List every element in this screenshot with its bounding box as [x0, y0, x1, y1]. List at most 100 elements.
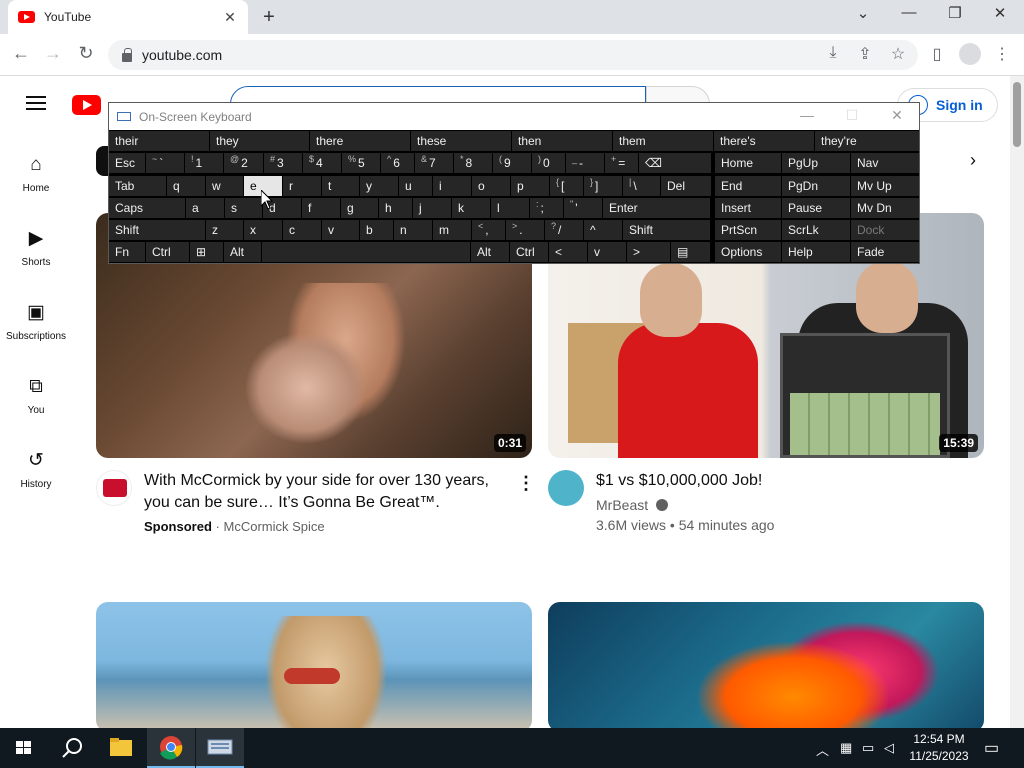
- osk-key[interactable]: q: [167, 176, 205, 196]
- osk-key-ctrl[interactable]: Ctrl: [146, 242, 189, 262]
- osk-key-space[interactable]: [262, 242, 470, 262]
- restore-button[interactable]: ❐: [940, 4, 970, 22]
- osk-key[interactable]: :;: [530, 198, 563, 218]
- osk-key[interactable]: c: [283, 220, 321, 240]
- osk-key[interactable]: | \: [623, 176, 660, 196]
- youtube-logo-icon[interactable]: [72, 95, 101, 115]
- video-title[interactable]: $1 vs $10,000,000 Job!: [596, 470, 762, 492]
- osk-key[interactable]: + =: [605, 153, 638, 173]
- osk-key[interactable]: o: [472, 176, 510, 196]
- osk-key[interactable]: b: [360, 220, 393, 240]
- share-icon[interactable]: ⇪: [853, 44, 877, 64]
- osk-titlebar[interactable]: On-Screen Keyboard — ☐ ✕: [109, 103, 919, 130]
- osk-key[interactable]: % 5: [342, 153, 380, 173]
- osk-key[interactable]: t: [322, 176, 359, 196]
- osk-key[interactable]: v: [322, 220, 359, 240]
- osk-key[interactable]: >.: [506, 220, 544, 240]
- osk-nav-key[interactable]: Options: [715, 242, 781, 262]
- osk-nav-key[interactable]: Help: [782, 242, 850, 262]
- osk-prediction[interactable]: them: [613, 131, 713, 151]
- osk-key[interactable]: & 7: [415, 153, 453, 173]
- video-title[interactable]: With McCormick by your side for over 130…: [144, 470, 489, 514]
- osk-key[interactable]: Shift: [623, 220, 710, 240]
- osk-key[interactable]: ? /: [545, 220, 583, 240]
- osk-prediction[interactable]: their: [109, 131, 209, 151]
- new-tab-button[interactable]: +: [258, 6, 280, 29]
- sidebar-item-you[interactable]: ⧉ You: [0, 376, 72, 436]
- osk-prediction[interactable]: then: [512, 131, 612, 151]
- osk-nav-key[interactable]: PrtScn: [715, 220, 781, 240]
- video-thumbnail[interactable]: [548, 602, 984, 732]
- osk-nav-key[interactable]: PgDn: [782, 176, 850, 196]
- arrow-left-icon[interactable]: <: [549, 242, 587, 262]
- arrow-down-icon[interactable]: v: [588, 242, 626, 262]
- osk-key[interactable]: _ -: [566, 153, 604, 173]
- osk-key[interactable]: Enter: [603, 198, 710, 218]
- osk-key[interactable]: i: [433, 176, 471, 196]
- address-bar[interactable]: youtube.com: [108, 40, 918, 70]
- back-button[interactable]: ←: [8, 43, 34, 64]
- browser-tab[interactable]: YouTube ✕: [8, 0, 248, 34]
- osk-nav-key[interactable]: Dock: [851, 220, 919, 240]
- scrollbar-thumb[interactable]: [1013, 82, 1021, 147]
- osk-key[interactable]: s: [225, 198, 262, 218]
- start-button[interactable]: [0, 728, 48, 768]
- osk-key-alt[interactable]: Alt: [471, 242, 509, 262]
- osk-key[interactable]: Shift: [109, 220, 205, 240]
- forward-button[interactable]: →: [40, 43, 66, 64]
- osk-key[interactable]: ) 0: [532, 153, 565, 173]
- osk-key[interactable]: Del: [661, 176, 711, 196]
- osk-nav-key[interactable]: ScrLk: [782, 220, 850, 240]
- osk-key[interactable]: h: [379, 198, 412, 218]
- osk-prediction[interactable]: they're: [815, 131, 919, 151]
- osk-key[interactable]: @2: [224, 153, 263, 173]
- show-hidden-icons-icon[interactable]: ︿: [816, 740, 829, 759]
- system-clock[interactable]: 12:54 PM 11/25/2023: [906, 731, 972, 765]
- video-thumbnail[interactable]: [96, 602, 532, 732]
- more-options-icon[interactable]: ⋮: [517, 473, 535, 494]
- osk-nav-key[interactable]: End: [715, 176, 781, 196]
- osk-key[interactable]: * 8: [454, 153, 492, 173]
- osk-key[interactable]: n: [394, 220, 432, 240]
- osk-key[interactable]: k: [452, 198, 490, 218]
- osk-nav-key[interactable]: PgUp: [782, 153, 850, 173]
- minimize-button[interactable]: —: [894, 4, 924, 21]
- osk-key[interactable]: ~ `: [146, 153, 184, 173]
- osk-nav-key[interactable]: Mv Dn: [851, 198, 919, 218]
- osk-nav-key[interactable]: Mv Up: [851, 176, 919, 196]
- osk-nav-key[interactable]: Nav: [851, 153, 919, 173]
- arrow-right-icon[interactable]: >: [627, 242, 670, 262]
- network-icon[interactable]: ▦: [840, 740, 852, 756]
- osk-key[interactable]: Caps: [109, 198, 185, 218]
- menu-key-icon[interactable]: ▤: [671, 242, 710, 262]
- osk-key[interactable]: w: [206, 176, 243, 196]
- channel-avatar[interactable]: [96, 470, 132, 506]
- osk-key-fn[interactable]: Fn: [109, 242, 145, 262]
- windows-key-icon[interactable]: ⊞: [190, 242, 223, 262]
- tab-search-icon[interactable]: ⌄: [848, 4, 878, 22]
- osk-key[interactable]: $4: [303, 153, 341, 173]
- osk-minimize-button[interactable]: —: [797, 107, 817, 123]
- side-panel-icon[interactable]: ▯: [925, 44, 949, 64]
- osk-key[interactable]: ^: [584, 220, 622, 240]
- channel-name[interactable]: McCormick Spice: [224, 519, 325, 534]
- osk-key[interactable]: z: [206, 220, 243, 240]
- osk-key[interactable]: p: [511, 176, 549, 196]
- sidebar-item-home[interactable]: ⌂ Home: [0, 154, 72, 214]
- osk-key[interactable]: r: [283, 176, 321, 196]
- osk-key[interactable]: }]: [584, 176, 622, 196]
- osk-key-alt[interactable]: Alt: [224, 242, 261, 262]
- osk-key[interactable]: a: [186, 198, 224, 218]
- osk-nav-key[interactable]: Home: [715, 153, 781, 173]
- sidebar-item-history[interactable]: ↺ History: [0, 450, 72, 510]
- osk-key-esc[interactable]: Esc: [109, 153, 145, 173]
- osk-prediction[interactable]: there: [310, 131, 410, 151]
- osk-key[interactable]: #3: [264, 153, 302, 173]
- on-screen-keyboard-button[interactable]: [196, 728, 244, 768]
- menu-icon[interactable]: [26, 96, 46, 110]
- osk-nav-key[interactable]: Fade: [851, 242, 919, 262]
- channel-name[interactable]: MrBeast: [596, 497, 669, 513]
- close-window-button[interactable]: ✕: [985, 4, 1015, 22]
- channel-avatar[interactable]: [548, 470, 584, 506]
- osk-close-button[interactable]: ✕: [887, 107, 907, 124]
